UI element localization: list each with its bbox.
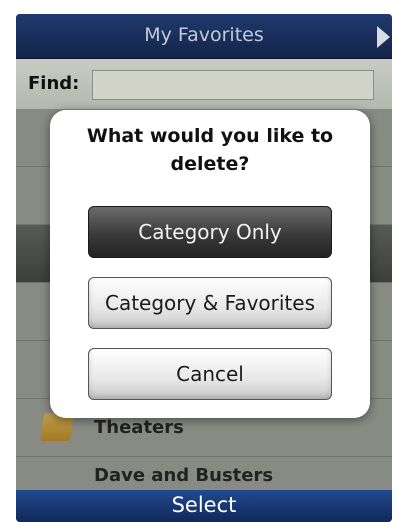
find-label: Find: xyxy=(28,73,80,94)
find-bar: Find: xyxy=(16,59,392,109)
delete-dialog: What would you like to delete? Category … xyxy=(50,110,370,418)
dialog-question: What would you like to delete? xyxy=(86,125,334,175)
select-softkey[interactable]: Select xyxy=(16,493,392,517)
device-screen: My Favorites Find: Theaters Dave and Bus… xyxy=(16,14,392,522)
find-input[interactable] xyxy=(92,70,374,100)
category-only-button[interactable]: Category Only xyxy=(88,206,332,258)
cancel-button[interactable]: Cancel xyxy=(88,348,332,400)
category-and-favorites-button[interactable]: Category & Favorites xyxy=(88,277,332,329)
page-title: My Favorites xyxy=(144,24,264,46)
right-arrow-icon[interactable] xyxy=(377,26,390,48)
title-bar: My Favorites xyxy=(16,14,392,59)
soft-key-bar: Select xyxy=(16,490,392,522)
